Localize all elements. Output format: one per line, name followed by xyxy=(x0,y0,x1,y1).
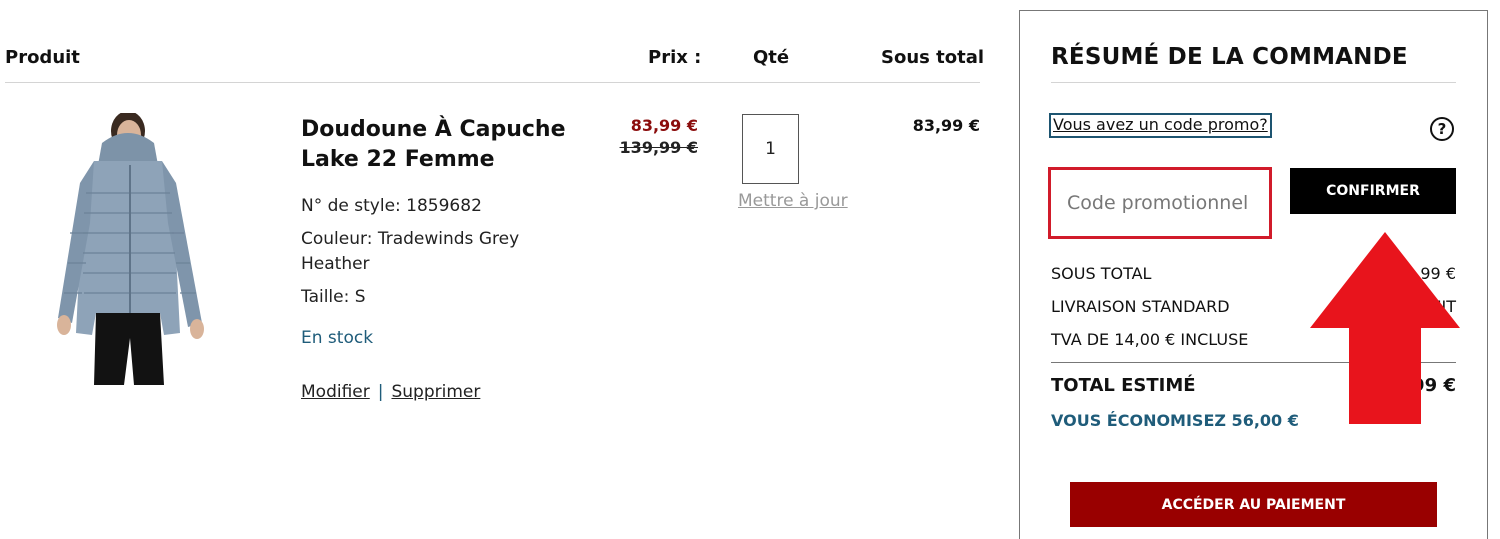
price-column-header: Prix : xyxy=(648,47,702,68)
quantity-column-header: Qté xyxy=(753,47,790,68)
sale-price: 83,99 € xyxy=(630,116,698,135)
estimated-total-label: TOTAL ESTIMÉ xyxy=(1051,375,1196,396)
product-column-header: Produit xyxy=(5,47,80,68)
order-summary-title: RÉSUMÉ DE LA COMMANDE xyxy=(1051,44,1408,70)
quantity-field[interactable]: 1 xyxy=(742,114,799,184)
shipping-label: LIVRAISON STANDARD xyxy=(1051,297,1230,316)
confirm-button[interactable]: CONFIRMER xyxy=(1290,168,1456,214)
style-number: N° de style: 1859682 xyxy=(301,196,482,216)
action-separator: | xyxy=(377,382,384,402)
subtotal-column-header: Sous total xyxy=(881,47,985,68)
subtotal-label: SOUS TOTAL xyxy=(1051,264,1152,283)
remove-link[interactable]: Supprimer xyxy=(391,382,480,402)
product-image[interactable] xyxy=(50,113,215,385)
vat-label: TVA DE 14,00 € INCLUSE xyxy=(1051,330,1249,349)
update-quantity-link[interactable]: Mettre à jour xyxy=(738,191,848,211)
header-divider xyxy=(5,82,980,83)
summary-divider xyxy=(1051,82,1456,83)
color-label: Couleur: Tradewinds Grey Heather xyxy=(301,229,520,274)
savings-text: VOUS ÉCONOMISEZ 56,00 € xyxy=(1051,411,1299,430)
product-title[interactable]: Doudoune À Capuche Lake 22 Femme xyxy=(301,115,581,175)
item-actions: Modifier | Supprimer xyxy=(301,382,480,402)
checkout-button[interactable]: ACCÉDER AU PAIEMENT xyxy=(1070,482,1437,527)
promo-code-link[interactable]: Vous avez un code promo? xyxy=(1049,113,1272,138)
promo-input-highlight xyxy=(1048,167,1272,239)
promo-code-input[interactable] xyxy=(1051,170,1269,236)
edit-link[interactable]: Modifier xyxy=(301,382,370,402)
size-label: Taille: S xyxy=(301,287,366,307)
stock-status: En stock xyxy=(301,328,374,348)
red-arrow-annotation xyxy=(1310,232,1460,424)
original-price: 139,99 € xyxy=(619,138,698,157)
line-subtotal: 83,99 € xyxy=(912,116,980,135)
question-circle-icon[interactable]: ? xyxy=(1430,117,1454,141)
